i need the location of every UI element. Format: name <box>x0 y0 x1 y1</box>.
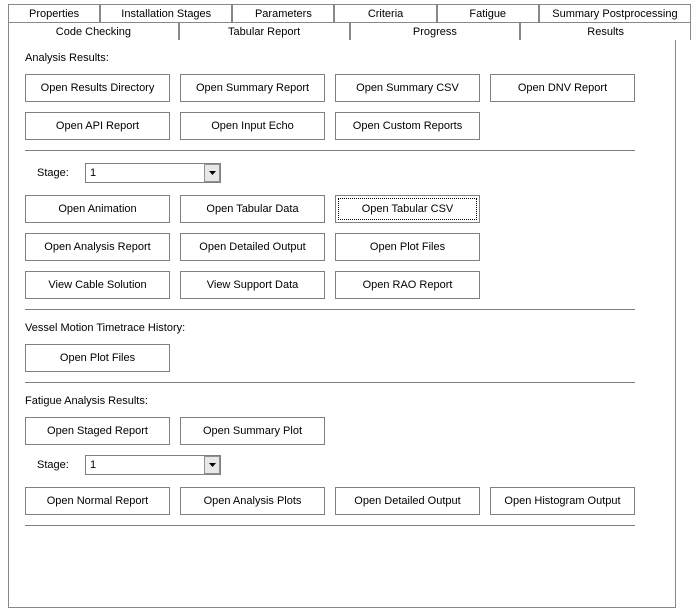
open-detailed-output-button[interactable]: Open Detailed Output <box>180 233 325 261</box>
tab-results[interactable]: Results <box>520 22 691 40</box>
tab-properties[interactable]: Properties <box>8 4 100 22</box>
stage-label: Stage: <box>37 167 85 179</box>
tab-tabular-report[interactable]: Tabular Report <box>179 22 350 40</box>
tab-strip: Properties Installation Stages Parameter… <box>8 4 691 40</box>
open-tabular-data-button[interactable]: Open Tabular Data <box>180 195 325 223</box>
open-analysis-report-button[interactable]: Open Analysis Report <box>25 233 170 261</box>
open-analysis-plots-button[interactable]: Open Analysis Plots <box>180 487 325 515</box>
fatigue-stage-select-value: 1 <box>85 455 221 475</box>
open-input-echo-button[interactable]: Open Input Echo <box>180 112 325 140</box>
stage-select-value: 1 <box>85 163 221 183</box>
open-results-directory-button[interactable]: Open Results Directory <box>25 74 170 102</box>
view-cable-solution-button[interactable]: View Cable Solution <box>25 271 170 299</box>
stage-select[interactable]: 1 <box>85 163 221 183</box>
open-histogram-output-button[interactable]: Open Histogram Output <box>490 487 635 515</box>
open-summary-report-button[interactable]: Open Summary Report <box>180 74 325 102</box>
view-support-data-button[interactable]: View Support Data <box>180 271 325 299</box>
tab-progress[interactable]: Progress <box>350 22 521 40</box>
vm-open-plot-files-button[interactable]: Open Plot Files <box>25 344 170 372</box>
chevron-down-icon <box>204 456 220 474</box>
open-animation-button[interactable]: Open Animation <box>25 195 170 223</box>
tab-fatigue[interactable]: Fatigue <box>437 4 539 22</box>
open-custom-reports-button[interactable]: Open Custom Reports <box>335 112 480 140</box>
tab-summary-postprocessing[interactable]: Summary Postprocessing <box>539 4 691 22</box>
open-summary-csv-button[interactable]: Open Summary CSV <box>335 74 480 102</box>
fatigue-stage-select[interactable]: 1 <box>85 455 221 475</box>
tab-code-checking[interactable]: Code Checking <box>8 22 179 40</box>
tab-parameters[interactable]: Parameters <box>232 4 334 22</box>
divider <box>25 525 635 526</box>
open-summary-plot-button[interactable]: Open Summary Plot <box>180 417 325 445</box>
tab-criteria[interactable]: Criteria <box>334 4 436 22</box>
fatigue-stage-label: Stage: <box>37 459 85 471</box>
open-tabular-csv-button[interactable]: Open Tabular CSV <box>335 195 480 223</box>
divider <box>25 382 635 383</box>
open-rao-report-button[interactable]: Open RAO Report <box>335 271 480 299</box>
open-plot-files-button[interactable]: Open Plot Files <box>335 233 480 261</box>
tab-installation-stages[interactable]: Installation Stages <box>100 4 232 22</box>
chevron-down-icon <box>204 164 220 182</box>
open-staged-report-button[interactable]: Open Staged Report <box>25 417 170 445</box>
divider <box>25 309 635 310</box>
fa-open-detailed-output-button[interactable]: Open Detailed Output <box>335 487 480 515</box>
fatigue-analysis-heading: Fatigue Analysis Results: <box>25 395 659 407</box>
vessel-motion-heading: Vessel Motion Timetrace History: <box>25 322 659 334</box>
results-panel: Analysis Results: Open Results Directory… <box>8 40 676 608</box>
divider <box>25 150 635 151</box>
open-dnv-report-button[interactable]: Open DNV Report <box>490 74 635 102</box>
open-api-report-button[interactable]: Open API Report <box>25 112 170 140</box>
open-normal-report-button[interactable]: Open Normal Report <box>25 487 170 515</box>
analysis-results-heading: Analysis Results: <box>25 52 659 64</box>
